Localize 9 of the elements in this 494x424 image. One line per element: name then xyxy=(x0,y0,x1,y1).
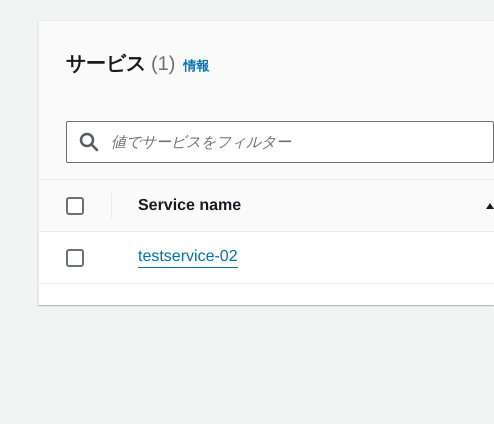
info-link[interactable]: 情報 xyxy=(183,57,210,76)
service-link[interactable]: testservice-02 xyxy=(138,247,238,268)
item-count: (1) xyxy=(151,52,176,77)
search-field[interactable]: 値でサービスをフィルター xyxy=(66,121,494,163)
row-checkbox[interactable] xyxy=(66,248,84,266)
column-header[interactable]: Service name xyxy=(138,194,242,218)
select-all-checkbox[interactable] xyxy=(66,196,84,214)
panel-title: サービス xyxy=(66,50,146,77)
sort-icon[interactable] xyxy=(486,202,494,210)
